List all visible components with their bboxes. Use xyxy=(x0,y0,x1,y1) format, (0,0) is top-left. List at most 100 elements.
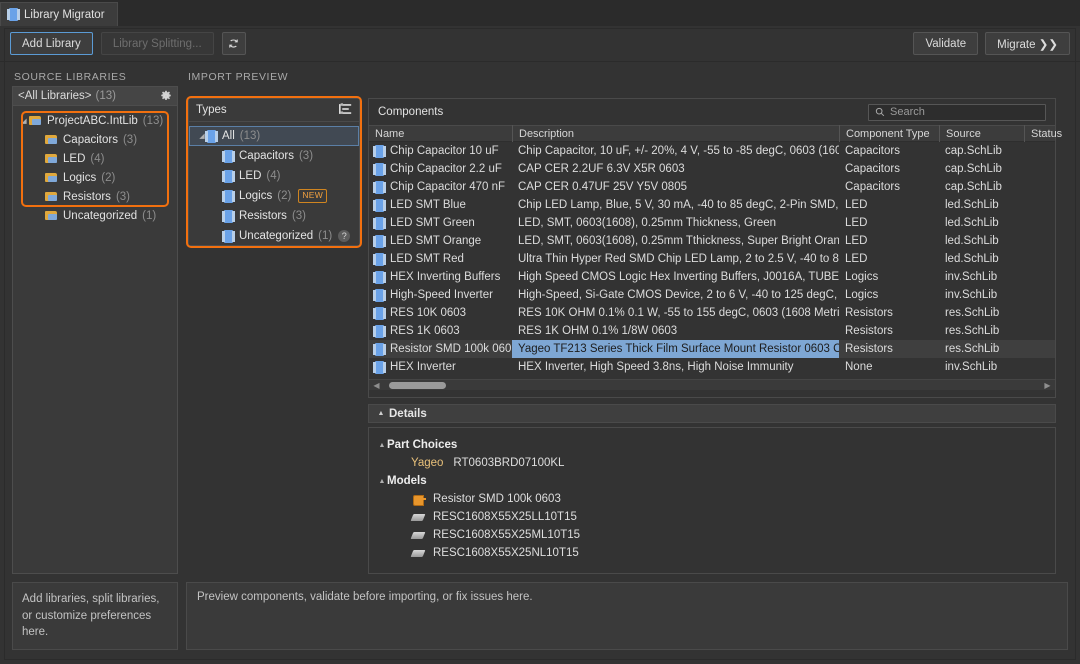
table-row[interactable]: RES 1K 0603 RES 1K OHM 0.1% 1/8W 0603 Resi… xyxy=(369,322,1055,340)
table-row[interactable]: Chip Capacitor 470 nF CAP CER 0.47UF 25V … xyxy=(369,178,1055,196)
cell-status[interactable] xyxy=(1024,268,1055,286)
cell-component-type[interactable]: Resistors xyxy=(839,340,939,358)
cell-name[interactable]: Resistor SMD 100k 0603 xyxy=(369,340,512,358)
cell-status[interactable] xyxy=(1024,358,1055,376)
cell-source[interactable]: inv.SchLib xyxy=(939,286,1024,304)
components-column-headers[interactable]: Name Description Component Type Source Statu… xyxy=(369,125,1062,142)
migrate-button[interactable]: Migrate ❯❯ xyxy=(985,32,1070,55)
cell-name[interactable]: LED SMT Red xyxy=(369,250,512,268)
cell-source[interactable]: led.SchLib xyxy=(939,196,1024,214)
cell-source[interactable]: cap.SchLib xyxy=(939,160,1024,178)
cell-status[interactable] xyxy=(1024,142,1055,160)
gear-icon[interactable] xyxy=(160,90,172,102)
types-tree-item[interactable]: Uncategorized (1)? xyxy=(189,226,359,246)
types-tree-item[interactable]: Logics (2) NEW xyxy=(189,186,359,206)
details-collapse-caret[interactable]: ▲ xyxy=(376,410,386,417)
table-row[interactable]: LED SMT Orange LED, SMT, 0603(1608), 0.25… xyxy=(369,232,1055,250)
cell-component-type[interactable]: Capacitors xyxy=(839,178,939,196)
cell-component-type[interactable]: Capacitors xyxy=(839,160,939,178)
cell-component-type[interactable]: Resistors xyxy=(839,322,939,340)
table-row[interactable]: Chip Capacitor 2.2 uF CAP CER 2.2UF 6.3V … xyxy=(369,160,1055,178)
details-header[interactable]: ▲ Details xyxy=(368,404,1056,423)
cell-status[interactable] xyxy=(1024,232,1055,250)
types-tree-item[interactable]: Capacitors (3) xyxy=(189,146,359,166)
cell-source[interactable]: cap.SchLib xyxy=(939,178,1024,196)
search-input[interactable]: Search xyxy=(868,103,1046,121)
cell-component-type[interactable]: Logics xyxy=(839,268,939,286)
types-tree-item[interactable]: Resistors (3) xyxy=(189,206,359,226)
cell-component-type[interactable]: Logics xyxy=(839,286,939,304)
cell-component-type[interactable]: LED xyxy=(839,250,939,268)
types-tree-item[interactable]: LED (4) xyxy=(189,166,359,186)
cell-source[interactable]: res.SchLib xyxy=(939,304,1024,322)
cell-name[interactable]: Chip Capacitor 10 uF xyxy=(369,142,512,160)
cell-description[interactable]: Chip Capacitor, 10 uF, +/- 20%, 4 V, -55… xyxy=(512,142,839,160)
table-row[interactable]: HEX Inverting Buffers High Speed CMOS Log… xyxy=(369,268,1055,286)
scroll-right-icon[interactable]: ▶ xyxy=(1043,381,1052,390)
scroll-track[interactable] xyxy=(381,381,1043,389)
part-choices-caret[interactable]: ▲ xyxy=(377,442,387,449)
column-header[interactable]: Component Type xyxy=(839,125,939,142)
help-icon[interactable]: ? xyxy=(338,230,351,242)
cell-source[interactable]: inv.SchLib xyxy=(939,268,1024,286)
table-row[interactable]: High-Speed Inverter High-Speed, Si-Gate C… xyxy=(369,286,1055,304)
cell-component-type[interactable]: Resistors xyxy=(839,304,939,322)
cell-source[interactable]: led.SchLib xyxy=(939,250,1024,268)
cell-status[interactable] xyxy=(1024,214,1055,232)
model-item[interactable]: RESC1608X55X25NL10T15 xyxy=(369,544,1055,562)
horizontal-scrollbar[interactable]: ◀ ▶ xyxy=(369,379,1055,390)
table-row[interactable]: LED SMT Green LED, SMT, 0603(1608), 0.25m… xyxy=(369,214,1055,232)
model-item[interactable]: RESC1608X55X25LL10T15 xyxy=(369,508,1055,526)
cell-description[interactable]: LED, SMT, 0603(1608), 0.25mm Thickness, … xyxy=(512,214,839,232)
cell-name[interactable]: Chip Capacitor 470 nF xyxy=(369,178,512,196)
table-row[interactable]: LED SMT Blue Chip LED Lamp, Blue, 5 V, 30… xyxy=(369,196,1055,214)
cell-name[interactable]: RES 1K 0603 xyxy=(369,322,512,340)
models-list[interactable]: Resistor SMD 100k 0603 RESC1608X55X25LL10… xyxy=(369,490,1055,562)
table-row[interactable]: Chip Capacitor 10 uF Chip Capacitor, 10 u… xyxy=(369,142,1055,160)
cell-name[interactable]: LED SMT Green xyxy=(369,214,512,232)
model-item[interactable]: RESC1608X55X25ML10T15 xyxy=(369,526,1055,544)
source-tree-item[interactable]: Uncategorized (1) xyxy=(13,206,177,225)
cell-name[interactable]: RES 10K 0603 xyxy=(369,304,512,322)
column-header[interactable]: Status xyxy=(1024,125,1062,142)
cell-source[interactable]: led.SchLib xyxy=(939,232,1024,250)
cell-status[interactable] xyxy=(1024,304,1055,322)
cell-name[interactable]: LED SMT Blue xyxy=(369,196,512,214)
cell-description[interactable]: High Speed CMOS Logic Hex Inverting Buff… xyxy=(512,268,839,286)
column-header[interactable]: Name xyxy=(369,125,512,142)
scroll-thumb[interactable] xyxy=(389,381,446,389)
cell-description[interactable]: HEX Inverter, High Speed 3.8ns, High Noi… xyxy=(512,358,839,376)
column-header[interactable]: Description xyxy=(512,125,839,142)
cell-description[interactable]: CAP CER 2.2UF 6.3V X5R 0603 xyxy=(512,160,839,178)
tab-library-migrator[interactable]: Library Migrator xyxy=(0,2,118,26)
table-row[interactable]: RES 10K 0603 RES 10K OHM 0.1% 0.1 W, -55 … xyxy=(369,304,1055,322)
column-header[interactable]: Source xyxy=(939,125,1024,142)
tree-filter-icon[interactable] xyxy=(339,102,352,118)
cell-description[interactable]: High-Speed, Si-Gate CMOS Device, 2 to 6 … xyxy=(512,286,839,304)
cell-source[interactable]: inv.SchLib xyxy=(939,358,1024,376)
cell-description[interactable]: CAP CER 0.47UF 25V Y5V 0805 xyxy=(512,178,839,196)
table-row[interactable]: LED SMT Red Ultra Thin Hyper Red SMD Chip… xyxy=(369,250,1055,268)
cell-source[interactable]: cap.SchLib xyxy=(939,142,1024,160)
refresh-button[interactable] xyxy=(221,32,246,55)
source-tree-item[interactable]: Resistors (3) xyxy=(13,187,177,206)
cell-name[interactable]: High-Speed Inverter xyxy=(369,286,512,304)
cell-status[interactable] xyxy=(1024,178,1055,196)
expand-caret-icon[interactable]: ◢ xyxy=(19,117,29,125)
cell-component-type[interactable]: Capacitors xyxy=(839,142,939,160)
cell-name[interactable]: HEX Inverting Buffers xyxy=(369,268,512,286)
source-tree-item[interactable]: LED (4) xyxy=(13,149,177,168)
cell-description[interactable]: Chip LED Lamp, Blue, 5 V, 30 mA, -40 to … xyxy=(512,196,839,214)
table-row[interactable]: Resistor SMD 100k 0603 Yageo TF213 Series… xyxy=(369,340,1055,358)
cell-description[interactable]: RES 10K OHM 0.1% 0.1 W, -55 to 155 degC,… xyxy=(512,304,839,322)
cell-component-type[interactable]: None xyxy=(839,358,939,376)
part-choices-group[interactable]: ▲ Part Choices xyxy=(369,436,1055,454)
cell-source[interactable]: res.SchLib xyxy=(939,340,1024,358)
cell-status[interactable] xyxy=(1024,196,1055,214)
components-table[interactable]: Chip Capacitor 10 uF Chip Capacitor, 10 u… xyxy=(369,142,1055,379)
add-library-button[interactable]: Add Library xyxy=(10,32,93,55)
models-caret[interactable]: ▲ xyxy=(377,478,387,485)
source-tree-item[interactable]: Capacitors (3) xyxy=(13,130,177,149)
cell-status[interactable] xyxy=(1024,160,1055,178)
part-choice-row[interactable]: Yageo RT0603BRD07100KL xyxy=(369,454,1055,472)
